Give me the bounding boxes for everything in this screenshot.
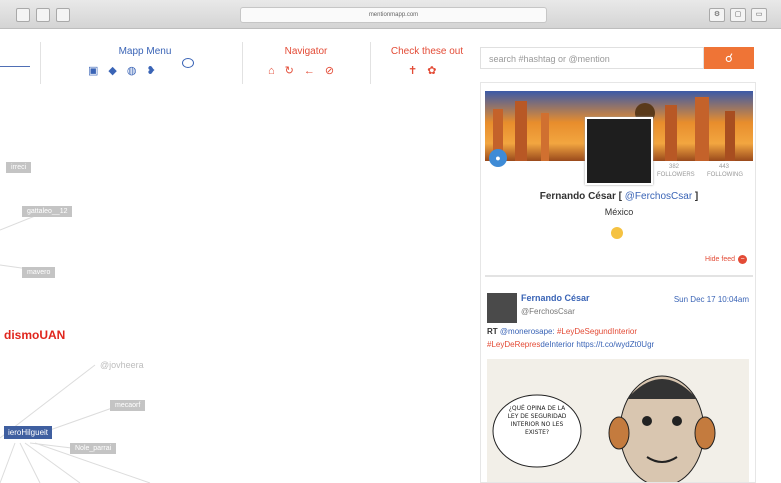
- graph-node[interactable]: irreci: [6, 162, 32, 173]
- refresh-icon[interactable]: ↻: [285, 64, 294, 77]
- mapp-menu-icons: ▣ ◆ ◍ ❥: [88, 64, 156, 77]
- mapp-menu-title: Mapp Menu: [118, 46, 172, 57]
- maximize-window-button[interactable]: [56, 8, 70, 22]
- graph-node[interactable]: Nole_parrai: [70, 443, 117, 454]
- stop-icon[interactable]: ⊘: [325, 64, 334, 77]
- search-icon: ☌: [724, 51, 734, 65]
- graph-node[interactable]: gattaleo__12: [22, 206, 73, 217]
- tweet-author-name[interactable]: Fernando César: [521, 293, 590, 303]
- tweet-mention[interactable]: @monerosape:: [500, 327, 555, 336]
- tweet-hashtag[interactable]: #LeyDeSegundInterior: [557, 327, 637, 336]
- graph-node[interactable]: mecaorf: [110, 400, 146, 411]
- profile-panel: ● 382 FOLLOWERS 443 FOLLOWING Fernando C…: [480, 82, 756, 483]
- divider: [40, 42, 41, 84]
- tweet-author-handle[interactable]: @FerchosCsar: [521, 307, 575, 316]
- navigator-title: Navigator: [284, 46, 328, 57]
- profile-avatar[interactable]: [585, 117, 653, 185]
- mention-graph[interactable]: irreci gattaleo__12 mavero dismoUAN @jov…: [0, 90, 470, 483]
- hide-feed-label: Hide feed: [705, 256, 735, 263]
- window-controls: [16, 8, 70, 22]
- browser-toolbar: mentionmapp.com ⚙ ▢ ▭: [0, 0, 781, 29]
- tweet-text: RT @monerosape: #LeyDeSegundInterior #Le…: [487, 325, 749, 351]
- accent-line: [0, 66, 30, 67]
- hide-feed-button[interactable]: Hide feed −: [705, 255, 747, 264]
- minus-icon: −: [738, 255, 747, 264]
- following-count: 443: [718, 164, 729, 170]
- group-icon[interactable]: ✿: [427, 64, 436, 77]
- check-these-out-icons: ✝ ✿: [408, 64, 436, 77]
- back-icon[interactable]: ←: [304, 65, 315, 77]
- home-icon[interactable]: ⌂: [268, 65, 275, 77]
- divider: [485, 275, 753, 277]
- following-label: FOLLOWING: [707, 172, 744, 178]
- tweet-image[interactable]: ¿QUÉ OPINA DE LA LEY DE SEGURIDAD INTERI…: [487, 359, 749, 482]
- close-window-button[interactable]: [16, 8, 30, 22]
- graph-node[interactable]: @jovheera: [100, 360, 144, 370]
- minimize-window-button[interactable]: [36, 8, 50, 22]
- graph-node-highlight[interactable]: dismoUAN: [4, 328, 65, 342]
- graph-node-selected[interactable]: ieroHilgueit: [4, 426, 53, 439]
- camera-icon[interactable]: ●: [489, 149, 507, 167]
- save-icon[interactable]: ▣: [88, 64, 98, 77]
- following-stat: 443 FOLLOWING: [707, 163, 744, 179]
- graph-edges: [0, 209, 151, 483]
- window-icon[interactable]: ▢: [730, 8, 746, 22]
- globe-icon[interactable]: ◍: [127, 64, 137, 77]
- followers-stat: 382 FOLLOWERS: [657, 163, 695, 179]
- followers-label: FOLLOWERS: [657, 172, 695, 178]
- check-these-out-title: Check these out: [390, 46, 464, 57]
- divider: [242, 42, 243, 84]
- tweet-hashtag[interactable]: #LeyDeRepres: [487, 340, 540, 349]
- search-button[interactable]: ☌: [704, 47, 754, 69]
- profile-name: Fernando César [ @FerchosCsar ]: [539, 191, 699, 202]
- layers-icon[interactable]: ◆: [108, 64, 116, 77]
- tweet-avatar[interactable]: [487, 293, 517, 323]
- emoji-icon: [611, 227, 623, 239]
- graph-node[interactable]: mavero: [22, 267, 56, 278]
- settings-icon[interactable]: ⚙: [709, 8, 725, 22]
- tweet-date[interactable]: Sun Dec 17 10:04am: [674, 295, 749, 304]
- pin-icon[interactable]: ✝: [408, 64, 417, 77]
- profile-location: México: [604, 207, 634, 217]
- profile-display-name: Fernando César: [539, 191, 616, 202]
- profile-handle[interactable]: @FerchosCsar: [625, 191, 692, 202]
- browser-actions: ⚙ ▢ ▭: [709, 8, 767, 22]
- followers-count: 382: [668, 164, 679, 170]
- cartoon-speech: ¿QUÉ OPINA DE LA LEY DE SEGURIDAD INTERI…: [507, 405, 567, 436]
- tab-icon[interactable]: ▭: [751, 8, 767, 22]
- address-bar[interactable]: mentionmapp.com: [240, 7, 547, 23]
- divider: [370, 42, 371, 84]
- twitter-icon[interactable]: ❥: [146, 64, 155, 77]
- retweet-marker: RT: [487, 327, 498, 336]
- tweet-link[interactable]: deInterior https://t.co/wydZt0Ugr: [540, 340, 654, 349]
- search-input[interactable]: search #hashtag or @mention: [480, 47, 704, 69]
- navigator-icons: ⌂ ↻ ← ⊘: [268, 64, 334, 78]
- speech-bubble-icon[interactable]: [182, 58, 194, 68]
